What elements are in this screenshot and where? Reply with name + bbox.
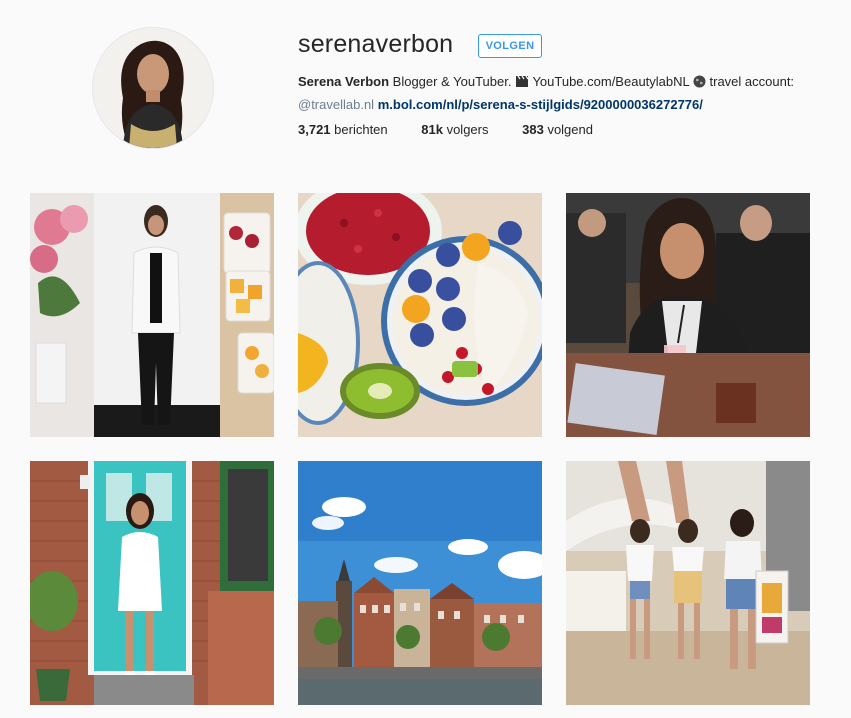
posts-label: berichten [330,122,388,137]
globe-icon [693,73,706,94]
post-thumbnail[interactable] [298,193,542,437]
profile-avatar [92,27,214,149]
bio-youtube-text: YouTube.com/BeautylabNL [529,74,693,89]
following-count: 383 [522,122,544,137]
post-thumbnail[interactable] [298,461,542,705]
post-thumbnail[interactable] [566,461,810,705]
full-name: Serena Verbon [298,74,390,89]
post-thumbnail[interactable] [30,193,274,437]
mention-link[interactable]: @travellab.nl [298,97,374,112]
followers-label: volgers [442,122,489,137]
profile-stats: 3,721 berichten 81k volgers 383 volgend [298,122,623,137]
profile-bio: Serena Verbon Blogger & YouTuber. YouTub… [298,71,818,115]
following-label: volgend [543,122,593,137]
posts-count: 3,721 [298,122,331,137]
followers-stat[interactable]: 81k volgers [421,122,488,137]
bio-text: Blogger & YouTuber. [389,74,516,89]
clapperboard-icon [515,73,529,94]
profile-username: serenaverbon [298,30,454,58]
follow-button[interactable]: VOLGEN [478,34,542,58]
bio-link[interactable]: m.bol.com/nl/p/serena-s-stijlgids/920000… [378,97,703,112]
followers-count: 81k [421,122,443,137]
bio-travel-text: travel account: [705,74,795,89]
post-thumbnail[interactable] [30,461,274,705]
following-stat[interactable]: 383 volgend [522,122,593,137]
post-thumbnail[interactable] [566,193,810,437]
posts-stat: 3,721 berichten [298,122,388,137]
